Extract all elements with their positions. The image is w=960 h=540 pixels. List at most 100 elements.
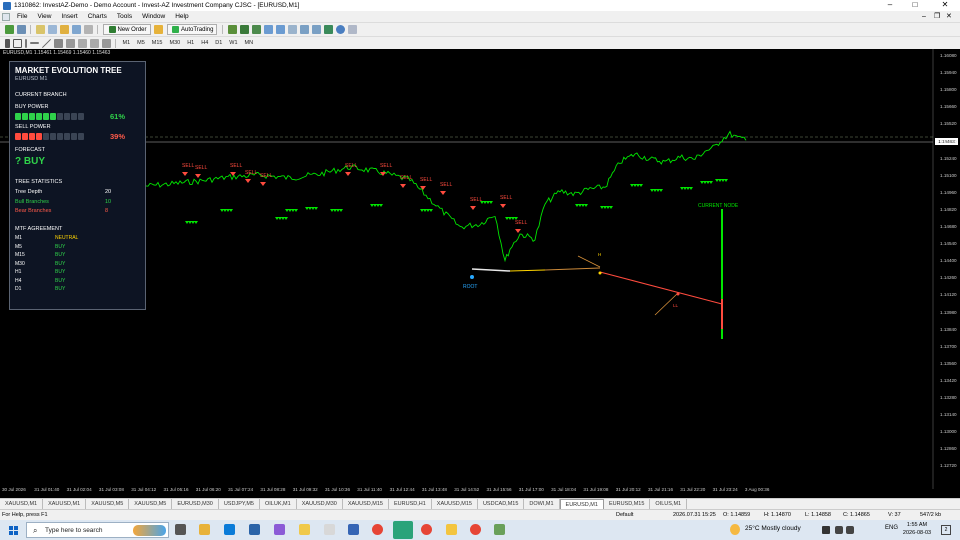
profiles-icon[interactable] [16,25,26,34]
zoom-in-icon[interactable] [263,25,273,34]
tf-d1[interactable]: D1 [212,40,226,46]
tf-m15[interactable]: M15 [148,40,166,46]
task-view-icon[interactable] [175,524,186,535]
autoscroll-icon[interactable] [299,25,309,34]
bar-chart-icon[interactable] [227,25,237,34]
sell-arrow-marker [260,182,266,186]
windows-start-icon[interactable] [9,526,18,535]
trading-terminal-icon[interactable] [393,521,413,539]
trendline-icon[interactable] [41,38,51,48]
fibonacci-icon[interactable] [65,38,75,48]
chart-tab[interactable]: DOWI,M1 [524,498,560,510]
tray-chevron-icon[interactable] [822,526,830,534]
close-button[interactable]: ✕ [935,0,955,11]
chart-tab[interactable]: EURUSD,M30 [172,498,219,510]
chart-tab[interactable]: EURUSD,M15 [604,498,651,510]
indicators-icon[interactable] [323,25,333,34]
network-icon[interactable] [835,526,843,534]
tf-h1[interactable]: H1 [184,40,198,46]
notes-icon[interactable] [446,524,457,535]
tf-w1[interactable]: W1 [226,40,241,46]
objects-toolbar: M1 M5 M15 M30 H1 H4 D1 W1 MN [0,36,960,49]
child-minimize-button[interactable]: – [922,11,926,22]
chart-tab[interactable]: XAUUSD,M5 [129,498,173,510]
new-chart-icon[interactable] [4,25,14,34]
periods-icon[interactable] [335,25,345,34]
chart-tab[interactable]: XAUUSD,M5 [86,498,130,510]
tf-h4[interactable]: H4 [198,40,212,46]
taskbar-search-box[interactable]: ⌕ Type here to search [26,522,169,538]
navigator-icon[interactable] [59,25,69,34]
chart-tab[interactable]: XAUUSD,M1 [0,498,44,510]
tf-m30[interactable]: M30 [166,40,184,46]
menu-charts[interactable]: Charts [83,13,112,20]
chart-tab[interactable]: OILUK,M1 [260,498,297,510]
tile-windows-icon[interactable] [287,25,297,34]
chart-tab[interactable]: XAUUSD,M15 [432,498,478,510]
store-icon[interactable] [324,524,335,535]
arrows-icon[interactable] [101,38,111,48]
chart-tab[interactable]: XAUUSD,M30 [297,498,343,510]
chart-tab[interactable]: OILUS,M1 [650,498,688,510]
weather-text[interactable]: 25°C Mostly cloudy [745,525,801,532]
auto-trading-button[interactable]: AutoTrading [166,24,218,35]
menu-file[interactable]: File [12,13,32,20]
cursor-icon[interactable] [4,38,10,48]
vertical-line-icon[interactable] [24,38,27,48]
menu-tools[interactable]: Tools [112,13,137,20]
mtf-timeframe: H4 [15,277,22,284]
data-window-icon[interactable] [47,25,57,34]
copilot-icon[interactable] [199,524,210,535]
label-icon[interactable] [89,38,99,48]
edge-icon[interactable] [224,524,235,535]
chart-shift-icon[interactable] [311,25,321,34]
meta-editor-icon[interactable] [154,25,164,34]
clock[interactable]: 1:55 AM 2026-08-03 [897,521,937,537]
root-node [470,275,474,279]
line-chart-icon[interactable] [251,25,261,34]
app-icon[interactable] [494,524,505,535]
mtf-row: M30 BUY [15,261,140,267]
horizontal-line-icon[interactable] [29,42,39,44]
channel-icon[interactable] [53,38,63,48]
text-icon[interactable] [77,38,87,48]
tf-m5[interactable]: M5 [134,40,149,46]
file-explorer-icon[interactable] [299,524,310,535]
tester-icon[interactable] [83,25,93,34]
chart-tab[interactable]: XAUUSD,M1 [43,498,87,510]
forecast-value: ? BUY [15,156,45,167]
chrome-profile-icon[interactable] [421,524,432,535]
power-segment [22,133,28,140]
crosshair-icon[interactable] [12,38,22,48]
maximize-button[interactable]: □ [905,0,925,11]
new-order-button[interactable]: New Order [103,24,151,35]
zoom-out-icon[interactable] [275,25,285,34]
chart-tab[interactable]: USDCAD,M15 [478,498,525,510]
child-restore-button[interactable]: ❐ [934,11,940,22]
menu-window[interactable]: Window [137,13,170,20]
menu-view[interactable]: View [32,13,56,20]
price-tick: 1.14540 [940,241,957,247]
candlesticks-icon[interactable] [239,25,249,34]
menu-help[interactable]: Help [170,13,193,20]
volume-icon[interactable] [846,526,854,534]
terminal-icon[interactable] [71,25,81,34]
teams-icon[interactable] [274,524,285,535]
market-watch-icon[interactable] [35,25,45,34]
tf-m1[interactable]: M1 [119,40,134,46]
chart-tab[interactable]: XAUUSD,M15 [343,498,389,510]
minimize-button[interactable]: – [880,0,900,11]
chart-tab[interactable]: USDJPY,M5 [219,498,260,510]
chart-tab[interactable]: EURUSD,M1 [559,498,604,510]
child-close-button[interactable]: ✕ [946,11,952,22]
menu-insert[interactable]: Insert [56,13,82,20]
buy-arrow-marker [584,204,588,207]
chrome-icon[interactable] [372,524,383,535]
templates-icon[interactable] [347,25,357,34]
notification-icon[interactable]: 2 [941,525,951,535]
tf-mn[interactable]: MN [241,40,257,46]
chrome-profile-2-icon[interactable] [470,524,481,535]
word-icon[interactable] [348,524,359,535]
mail-icon[interactable] [249,524,260,535]
chart-tab[interactable]: EURUSD,H1 [389,498,432,510]
